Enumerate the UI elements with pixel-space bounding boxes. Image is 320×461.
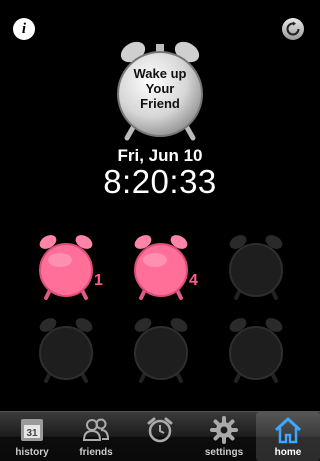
- calendar-day: 31: [26, 428, 38, 439]
- alarm-count: 1: [94, 272, 103, 289]
- pink-alarm-clock-icon: [134, 235, 188, 300]
- friends-icon: [82, 418, 110, 441]
- info-icon: i: [21, 20, 27, 37]
- alarm-slot-1[interactable]: 1: [34, 232, 103, 300]
- alarm-count: 4: [189, 272, 198, 289]
- inactive-alarm-clock-icon: [134, 318, 188, 383]
- gear-icon: [210, 416, 238, 444]
- alarm-slot-2[interactable]: 4: [129, 232, 198, 300]
- alarm-clock-icon: [147, 417, 173, 443]
- alarm-slot-3[interactable]: [224, 232, 288, 300]
- tab-home[interactable]: home: [256, 412, 320, 461]
- tab-label: settings: [204, 447, 244, 458]
- tab-label: friends: [79, 447, 113, 458]
- calendar-icon: 31: [21, 419, 43, 441]
- home-icon: [274, 417, 302, 444]
- tab-settings[interactable]: settings: [192, 412, 256, 461]
- refresh-button[interactable]: [282, 18, 304, 40]
- info-button[interactable]: i: [13, 18, 35, 40]
- inactive-alarm-clock-icon: [229, 235, 283, 300]
- tab-alarm[interactable]: [128, 412, 192, 461]
- refresh-icon: [286, 21, 300, 36]
- alarm-slot-5[interactable]: [129, 315, 193, 383]
- tab-history[interactable]: 31 history: [0, 412, 64, 461]
- alarm-slot-4[interactable]: [34, 315, 98, 383]
- clock-label-line1: Wake up: [133, 66, 187, 81]
- inactive-alarm-clock-icon: [39, 318, 93, 383]
- tab-label: home: [274, 447, 302, 458]
- tab-friends[interactable]: friends: [64, 412, 128, 461]
- tab-bar: 31 history friends settings home: [0, 411, 320, 461]
- alarm-slot-6[interactable]: [224, 315, 288, 383]
- wake-up-friend-button[interactable]: Wake up Your Friend: [113, 38, 207, 142]
- clock-label-line3: Friend: [140, 96, 180, 111]
- current-time: 8:20:33: [103, 163, 217, 200]
- inactive-alarm-clock-icon: [229, 318, 283, 383]
- tab-label: history: [15, 447, 49, 458]
- pink-alarm-clock-icon: [39, 235, 93, 300]
- clock-label-line2: Your: [145, 81, 175, 96]
